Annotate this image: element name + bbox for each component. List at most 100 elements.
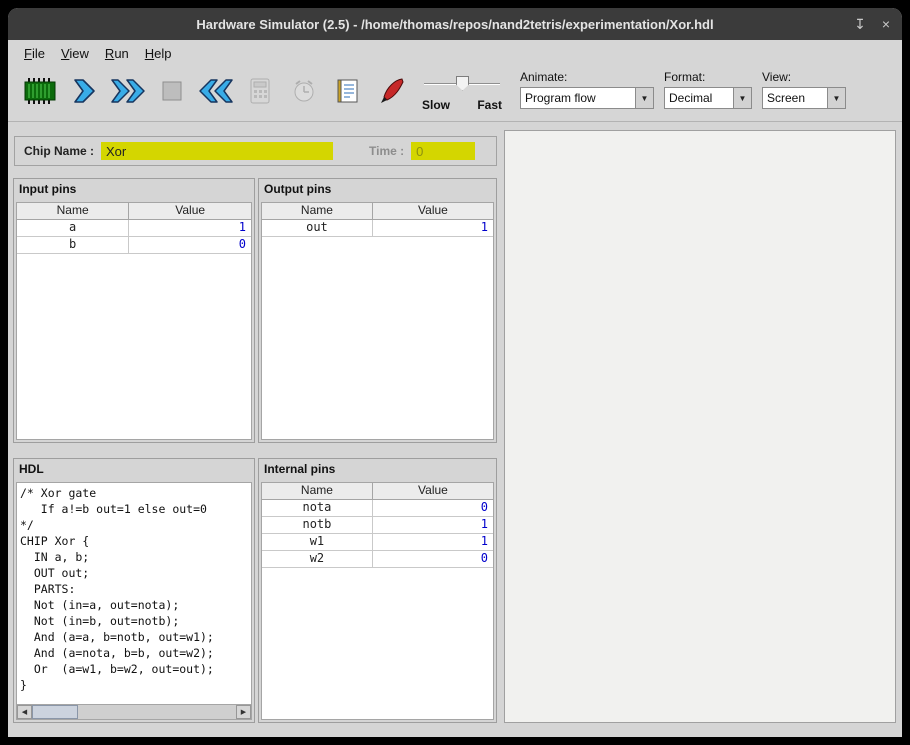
pin-name-cell: b bbox=[17, 237, 129, 253]
stop-button[interactable] bbox=[150, 71, 194, 117]
scrollbar-track[interactable] bbox=[78, 705, 236, 719]
scroll-left-button[interactable]: ◀ bbox=[17, 705, 32, 719]
input-pins-table: Name Value a 1 b 0 bbox=[16, 202, 252, 440]
view-hdl-icon bbox=[336, 77, 360, 110]
view-hdl-button[interactable] bbox=[326, 71, 370, 117]
animate-dropdown-button[interactable]: ▼ bbox=[635, 88, 653, 108]
animate-label: Animate: bbox=[520, 70, 654, 84]
input-pins-panel: Input pins Name Value a 1 b 0 bbox=[13, 178, 255, 443]
view-group: View: Screen ▼ bbox=[762, 70, 846, 109]
chevron-down-icon: ▼ bbox=[641, 94, 649, 103]
table-row: a 1 bbox=[17, 220, 251, 237]
format-value: Decimal bbox=[665, 88, 733, 108]
chip-name-bar: Chip Name : Xor Time : 0 bbox=[14, 136, 497, 166]
toolbar: Slow Fast Animate: Program flow ▼ Format… bbox=[8, 66, 902, 122]
format-label: Format: bbox=[664, 70, 752, 84]
menu-run[interactable]: Run bbox=[97, 43, 137, 64]
single-step-button[interactable] bbox=[62, 71, 106, 117]
hdl-horizontal-scrollbar[interactable]: ◀ ▶ bbox=[17, 704, 251, 719]
column-header-name: Name bbox=[17, 203, 129, 219]
format-select[interactable]: Decimal ▼ bbox=[664, 87, 752, 109]
slider-fast-label: Fast bbox=[477, 98, 502, 112]
minimize-button[interactable]: ↧ bbox=[854, 16, 866, 33]
time-field: 0 bbox=[411, 142, 475, 160]
app-window: Hardware Simulator (2.5) - /home/thomas/… bbox=[8, 8, 902, 737]
menu-file[interactable]: File bbox=[16, 43, 53, 64]
animate-group: Animate: Program flow ▼ bbox=[520, 70, 654, 109]
column-header-value: Value bbox=[373, 203, 493, 219]
chip-name-label: Chip Name : bbox=[24, 144, 94, 158]
reset-icon bbox=[197, 77, 235, 110]
scroll-right-icon: ▶ bbox=[241, 708, 246, 716]
slider-slow-label: Slow bbox=[422, 98, 450, 112]
output-pins-title: Output pins bbox=[259, 179, 496, 200]
scrollbar-thumb[interactable] bbox=[32, 705, 78, 719]
table-row: nota 0 bbox=[262, 500, 493, 517]
pin-value-cell: 0 bbox=[373, 551, 493, 567]
pin-value-cell: 0 bbox=[373, 500, 493, 516]
output-pins-panel: Output pins Name Value out 1 bbox=[258, 178, 497, 443]
pin-name-cell: notb bbox=[262, 517, 373, 533]
view-value: Screen bbox=[763, 88, 827, 108]
format-dropdown-button[interactable]: ▼ bbox=[733, 88, 751, 108]
internal-pins-title: Internal pins bbox=[259, 459, 496, 480]
pin-name-cell: out bbox=[262, 220, 373, 236]
view-label: View: bbox=[762, 70, 846, 84]
pin-value-cell: 1 bbox=[373, 534, 493, 550]
hdl-code-view[interactable]: /* Xor gate If a!=b out=1 else out=0 */ … bbox=[16, 482, 252, 720]
internal-pins-panel: Internal pins Name Value nota 0 notb 1 w… bbox=[258, 458, 497, 723]
load-chip-icon bbox=[22, 76, 58, 111]
animate-select[interactable]: Program flow ▼ bbox=[520, 87, 654, 109]
output-pins-table: Name Value out 1 bbox=[261, 202, 494, 440]
close-button[interactable]: × bbox=[882, 16, 890, 32]
clear-button[interactable] bbox=[370, 71, 414, 117]
internal-pins-table: Name Value nota 0 notb 1 w1 1 w2 0 bbox=[261, 482, 494, 720]
view-dropdown-button[interactable]: ▼ bbox=[827, 88, 845, 108]
pin-name-cell: w1 bbox=[262, 534, 373, 550]
view-select[interactable]: Screen ▼ bbox=[762, 87, 846, 109]
scroll-right-button[interactable]: ▶ bbox=[236, 705, 251, 719]
animate-value: Program flow bbox=[521, 88, 635, 108]
chip-name-field: Xor bbox=[101, 142, 333, 160]
time-label: Time : bbox=[369, 144, 404, 158]
stop-icon bbox=[160, 79, 184, 108]
single-step-icon bbox=[70, 77, 98, 110]
hdl-code: /* Xor gate If a!=b out=1 else out=0 */ … bbox=[17, 483, 251, 695]
run-icon bbox=[109, 77, 147, 110]
clear-icon bbox=[379, 77, 405, 110]
speed-slider[interactable]: Slow Fast bbox=[422, 74, 502, 114]
title-bar: Hardware Simulator (2.5) - /home/thomas/… bbox=[8, 8, 902, 40]
pin-name-cell: w2 bbox=[262, 551, 373, 567]
hdl-title: HDL bbox=[14, 459, 254, 480]
hdl-panel: HDL /* Xor gate If a!=b out=1 else out=0… bbox=[13, 458, 255, 723]
reset-button[interactable] bbox=[194, 71, 238, 117]
column-header-name: Name bbox=[262, 203, 373, 219]
window-title: Hardware Simulator (2.5) - /home/thomas/… bbox=[196, 17, 713, 32]
clock-icon bbox=[291, 77, 317, 110]
main-content: Chip Name : Xor Time : 0 Input pins Name… bbox=[8, 122, 902, 737]
calculator-button[interactable] bbox=[238, 71, 282, 117]
pin-name-cell: a bbox=[17, 220, 129, 236]
table-row: w1 1 bbox=[262, 534, 493, 551]
clock-button[interactable] bbox=[282, 71, 326, 117]
table-row: b 0 bbox=[17, 237, 251, 254]
screen-view-panel bbox=[504, 130, 896, 723]
calculator-icon bbox=[248, 77, 272, 110]
load-chip-button[interactable] bbox=[18, 71, 62, 117]
column-header-value: Value bbox=[373, 483, 493, 499]
menu-view[interactable]: View bbox=[53, 43, 97, 64]
run-button[interactable] bbox=[106, 71, 150, 117]
pin-name-cell: nota bbox=[262, 500, 373, 516]
pin-value-cell[interactable]: 0 bbox=[129, 237, 251, 253]
table-row: out 1 bbox=[262, 220, 493, 237]
chevron-down-icon: ▼ bbox=[833, 94, 841, 103]
table-header: Name Value bbox=[17, 203, 251, 220]
pin-value-cell[interactable]: 1 bbox=[129, 220, 251, 236]
table-row: notb 1 bbox=[262, 517, 493, 534]
menu-help[interactable]: Help bbox=[137, 43, 180, 64]
input-pins-title: Input pins bbox=[14, 179, 254, 200]
table-header: Name Value bbox=[262, 483, 493, 500]
window-controls: ↧ × bbox=[854, 8, 890, 40]
speed-slider-thumb[interactable] bbox=[456, 76, 469, 91]
format-group: Format: Decimal ▼ bbox=[664, 70, 752, 109]
